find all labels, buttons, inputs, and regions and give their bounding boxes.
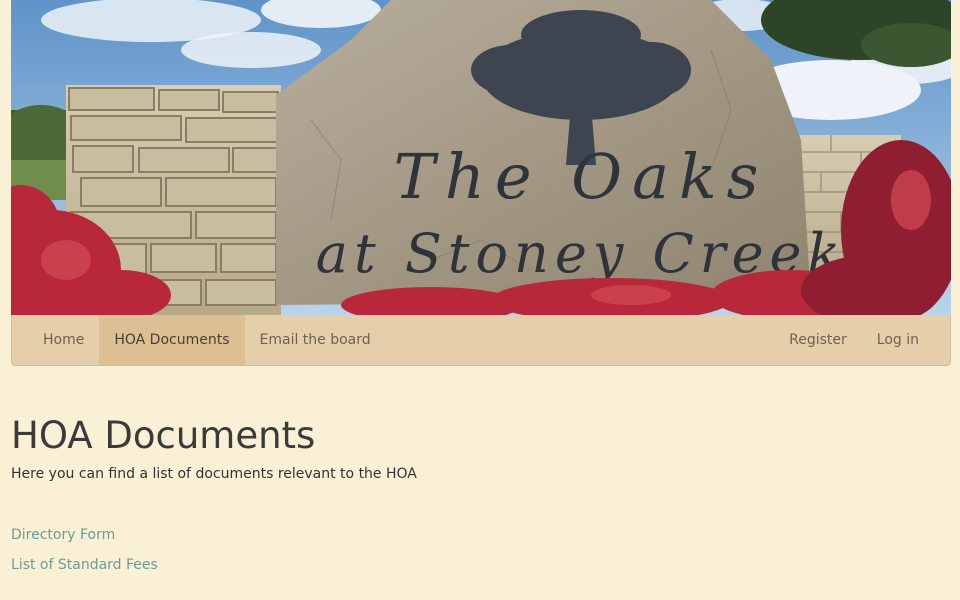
nav-link-log-in[interactable]: Log in xyxy=(862,315,934,365)
navbar-left-group: Home HOA Documents Email the board xyxy=(12,315,386,365)
nav-link-register[interactable]: Register xyxy=(774,315,862,365)
document-list: Directory Form List of Standard Fees xyxy=(11,524,951,584)
main-navbar: Home HOA Documents Email the board Regis… xyxy=(11,315,951,366)
nav-link-email-the-board[interactable]: Email the board xyxy=(245,315,386,365)
navbar-right-group: Register Log in xyxy=(774,315,950,365)
nav-link-hoa-documents[interactable]: HOA Documents xyxy=(99,315,245,365)
document-link-directory-form[interactable]: Directory Form xyxy=(11,527,115,543)
main-content: HOA Documents Here you can find a list o… xyxy=(11,366,951,584)
page-description: Here you can find a list of documents re… xyxy=(11,466,417,482)
list-item: List of Standard Fees xyxy=(11,554,951,584)
page-title: HOA Documents xyxy=(11,414,316,457)
list-item: Directory Form xyxy=(11,524,951,554)
header-banner-image: The Oaks at Stoney Creek xyxy=(11,0,951,315)
nav-link-home[interactable]: Home xyxy=(28,315,99,365)
sign-text-line1: The Oaks xyxy=(394,140,769,213)
page-container: The Oaks at Stoney Creek Home HOA Docume… xyxy=(11,0,951,584)
document-link-list-of-standard-fees[interactable]: List of Standard Fees xyxy=(11,557,158,573)
